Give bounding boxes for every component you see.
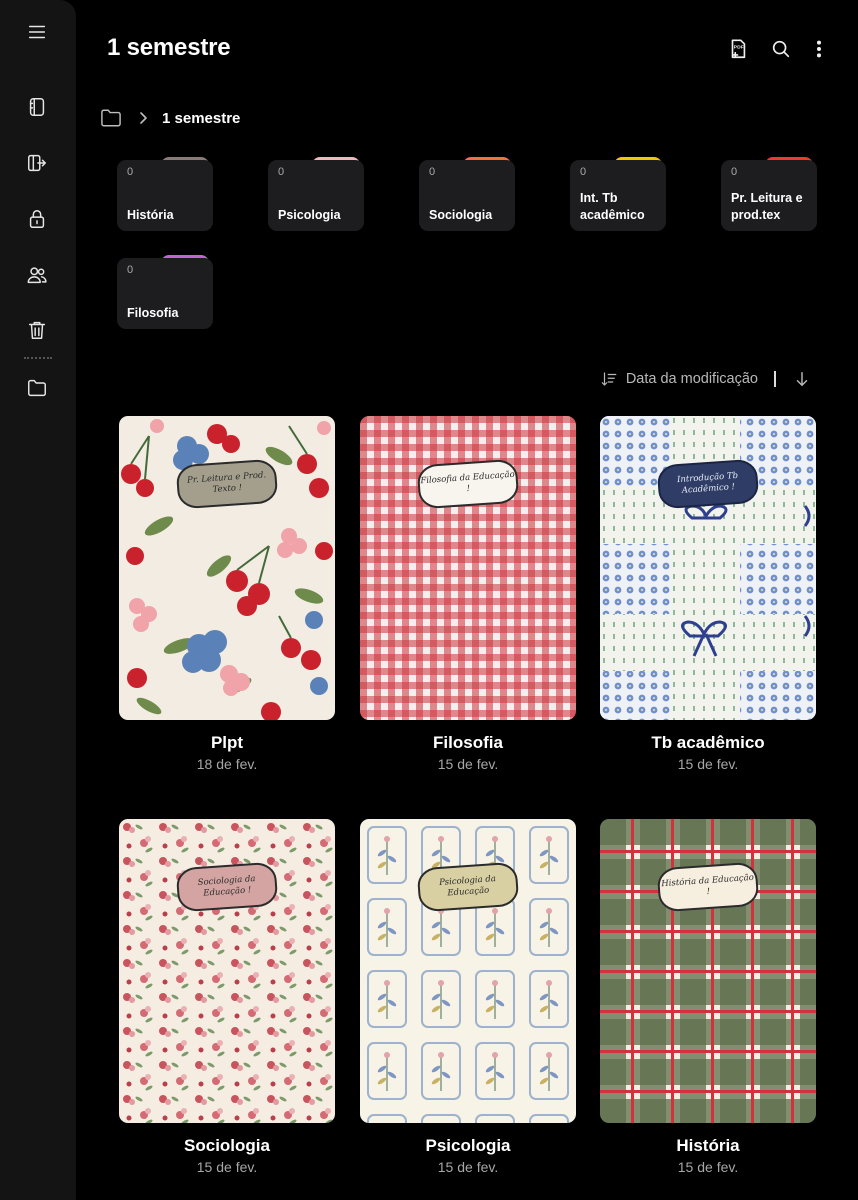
folder-count: 0 <box>127 166 134 178</box>
notebook-label: História da Educação ! <box>656 861 760 913</box>
sort-filter-icon[interactable] <box>600 370 618 388</box>
notebook-title: Filosofia <box>433 733 503 752</box>
breadcrumb: 1 semestre <box>100 106 240 130</box>
notebook-date: 18 de fev. <box>196 756 258 772</box>
svg-text:PDF: PDF <box>734 45 744 51</box>
arrow-down-icon[interactable] <box>794 370 810 388</box>
notebook-card[interactable]: Sociologia da Educação ! Sociologia 15 d… <box>119 819 335 1175</box>
notebook-cover[interactable]: Pr. Leitura e Prod. Texto ! <box>119 416 335 720</box>
folder-historia[interactable]: 0 História <box>117 157 213 231</box>
notebook-card[interactable]: Pr. Leitura e Prod. Texto ! Plpt 18 de f… <box>119 416 335 772</box>
rail-divider <box>24 357 52 359</box>
folder-pr-leitura[interactable]: 0 Pr. Leitura e prod.tex <box>721 157 817 231</box>
notebook-date: 15 de fev. <box>437 1159 499 1175</box>
folder-count: 0 <box>278 166 285 178</box>
notebook-label: Psicologia da Educação <box>416 861 520 913</box>
folder-psicologia[interactable]: 0 Psicologia <box>268 157 364 231</box>
chevron-right-icon <box>140 112 147 124</box>
notebook-card[interactable]: Filosofia da Educação ! Filosofia 15 de … <box>360 416 576 772</box>
notebook-date: 15 de fev. <box>677 756 739 772</box>
folder-sociologia[interactable]: 0 Sociologia <box>419 157 515 231</box>
notebook-date: 15 de fev. <box>196 1159 258 1175</box>
notebook-date: 15 de fev. <box>437 756 499 772</box>
lock-icon[interactable] <box>22 204 52 234</box>
shared-users-icon[interactable] <box>22 260 52 290</box>
folder-name: História <box>127 208 174 222</box>
notebook-label: Pr. Leitura e Prod. Texto ! <box>175 458 279 510</box>
notebook-cover[interactable]: História da Educação ! <box>600 819 816 1123</box>
notebook-cover[interactable]: Filosofia da Educação ! <box>360 416 576 720</box>
notebook-cover[interactable]: Introdução Tb Acadêmico ! <box>600 416 816 720</box>
folder-count: 0 <box>429 166 436 178</box>
side-rail <box>0 0 76 1200</box>
notebook-title: Sociologia <box>184 1136 270 1155</box>
folder-root-icon[interactable] <box>100 108 122 128</box>
export-icon[interactable] <box>22 148 52 178</box>
folder-name: Int. Tb acadêmico <box>580 191 645 222</box>
notebook-title: Tb acadêmico <box>651 733 765 752</box>
sort-bar: Data da modificação <box>600 370 810 388</box>
folder-name: Filosofia <box>127 306 179 320</box>
notebook-title: História <box>676 1136 740 1155</box>
notebook-cover[interactable]: Sociologia da Educação ! <box>119 819 335 1123</box>
notebook-title: Psicologia <box>425 1136 511 1155</box>
notebook-icon[interactable] <box>22 92 52 122</box>
folder-name: Sociologia <box>429 208 493 222</box>
sort-divider <box>774 371 776 387</box>
folder-icon[interactable] <box>22 373 52 403</box>
notebook-label: Introdução Tb Acadêmico ! <box>656 458 760 510</box>
trash-icon[interactable] <box>22 315 52 345</box>
folder-int-tb-academico[interactable]: 0 Int. Tb acadêmico <box>570 157 666 231</box>
folder-count: 0 <box>580 166 587 178</box>
folder-count: 0 <box>127 264 134 276</box>
sort-label[interactable]: Data da modificação <box>626 371 758 387</box>
folder-count: 0 <box>731 166 738 178</box>
notebook-card[interactable]: História da Educação ! História 15 de fe… <box>600 819 816 1175</box>
notebook-label: Sociologia da Educação ! <box>175 861 279 913</box>
folder-name: Pr. Leitura e prod.tex <box>731 191 803 222</box>
notebook-title: Plpt <box>210 733 244 752</box>
folder-name: Psicologia <box>278 208 341 222</box>
notebook-cover[interactable]: Psicologia da Educação <box>360 819 576 1123</box>
notebook-card[interactable]: Psicologia da Educação Psicologia 15 de … <box>360 819 576 1175</box>
search-icon[interactable] <box>768 36 794 62</box>
menu-icon[interactable] <box>22 17 52 47</box>
notebook-date: 15 de fev. <box>677 1159 739 1175</box>
more-vertical-icon[interactable] <box>806 36 832 62</box>
pdf-import-icon[interactable]: PDF <box>725 36 751 62</box>
folder-filosofia[interactable]: 0 Filosofia <box>117 255 213 329</box>
breadcrumb-current[interactable]: 1 semestre <box>162 110 240 127</box>
notebook-label: Filosofia da Educação ! <box>416 458 520 510</box>
notebook-card[interactable]: Introdução Tb Acadêmico ! Tb acadêmico 1… <box>600 416 816 772</box>
page-title: 1 semestre <box>107 34 231 61</box>
